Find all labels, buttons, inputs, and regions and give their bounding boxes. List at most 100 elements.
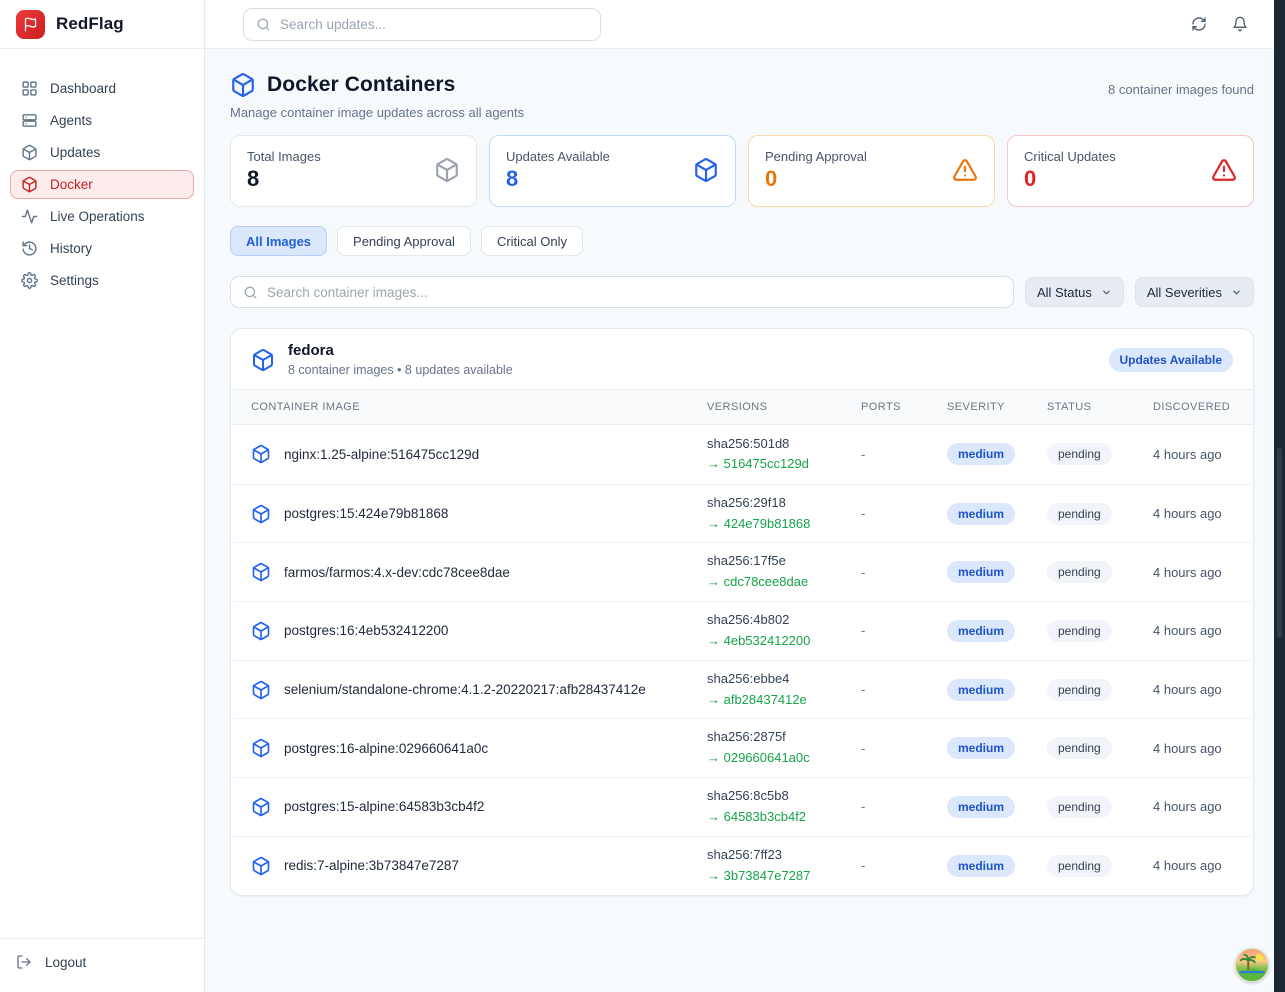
sidebar-nav: Dashboard Agents Updates Docker Live Ope… — [0, 49, 204, 938]
stat-cards: Total Images 8 Updates Available 8 Pendi… — [230, 135, 1254, 207]
ports-value: - — [861, 741, 947, 756]
gear-icon — [21, 272, 38, 289]
discovered-time: 4 hours ago — [1153, 447, 1233, 462]
brand-header: RedFlag — [0, 0, 204, 49]
table-row[interactable]: postgres:15-alpine:64583b3cb4f2 sha256:8… — [231, 777, 1253, 836]
column-header-versions: VERSIONS — [707, 401, 861, 413]
version-new: → 4eb532412200 — [707, 632, 861, 651]
stat-label: Pending Approval — [765, 149, 867, 164]
status-badge: pending — [1047, 620, 1112, 642]
severity-badge: medium — [947, 796, 1015, 818]
table-row[interactable]: selenium/standalone-chrome:4.1.2-2022021… — [231, 660, 1253, 719]
ports-value: - — [861, 858, 947, 873]
container-icon — [251, 348, 275, 372]
container-image-name: redis:7-alpine:3b73847e7287 — [284, 858, 459, 873]
version-current: sha256:4b802 — [707, 611, 861, 630]
container-icon — [21, 176, 38, 193]
version-new: → 424e79b81868 — [707, 515, 861, 534]
main-content: Docker Containers Manage container image… — [205, 49, 1274, 992]
activity-icon — [21, 208, 38, 225]
sidebar-item-dashboard[interactable]: Dashboard — [10, 74, 194, 103]
ports-value: - — [861, 682, 947, 697]
version-new: → afb28437412e — [707, 691, 861, 710]
scrollbar-thumb[interactable] — [1277, 448, 1282, 638]
ports-value: - — [861, 506, 947, 521]
severity-filter-value: All Severities — [1147, 285, 1222, 300]
table-row[interactable]: farmos/farmos:4.x-dev:cdc78cee8dae sha25… — [231, 542, 1253, 601]
package-icon — [434, 157, 460, 183]
container-image-name: selenium/standalone-chrome:4.1.2-2022021… — [284, 682, 646, 697]
severity-badge: medium — [947, 737, 1015, 759]
table-header-row: CONTAINER IMAGE VERSIONS PORTS SEVERITY … — [231, 389, 1253, 425]
search-icon — [243, 285, 258, 300]
discovered-time: 4 hours ago — [1153, 799, 1233, 814]
stat-value: 0 — [1024, 166, 1116, 192]
refresh-button[interactable] — [1189, 14, 1209, 34]
status-badge: pending — [1047, 679, 1112, 701]
column-header-status: STATUS — [1047, 401, 1153, 413]
warning-triangle-icon — [1211, 157, 1237, 183]
table-body: nginx:1.25-alpine:516475cc129d sha256:50… — [231, 425, 1253, 895]
image-search-input[interactable] — [267, 285, 1001, 300]
container-icon — [251, 562, 271, 582]
version-new: → 3b73847e7287 — [707, 867, 861, 886]
sidebar-item-updates[interactable]: Updates — [10, 138, 194, 167]
redflag-logo — [16, 10, 45, 39]
version-new: → cdc78cee8dae — [707, 573, 861, 592]
container-image-name: postgres:16:4eb532412200 — [284, 623, 448, 638]
discovered-time: 4 hours ago — [1153, 858, 1233, 873]
container-image-name: farmos/farmos:4.x-dev:cdc78cee8dae — [284, 565, 510, 580]
container-image-name: postgres:15-alpine:64583b3cb4f2 — [284, 799, 484, 814]
column-header-severity: SEVERITY — [947, 401, 1047, 413]
severity-filter-select[interactable]: All Severities — [1135, 277, 1254, 307]
image-group-card: fedora 8 container images • 8 updates av… — [230, 328, 1254, 896]
container-icon — [251, 856, 271, 876]
version-new: → 516475cc129d — [707, 455, 861, 474]
image-search[interactable] — [230, 276, 1014, 308]
status-badge: pending — [1047, 503, 1112, 525]
discovered-time: 4 hours ago — [1153, 565, 1233, 580]
page-header: Docker Containers Manage container image… — [230, 72, 1254, 120]
stat-value: 8 — [247, 166, 321, 192]
logout-icon — [16, 954, 32, 970]
container-image-name: postgres:15:424e79b81868 — [284, 506, 448, 521]
tab-all-images[interactable]: All Images — [230, 226, 327, 256]
sidebar-item-settings[interactable]: Settings — [10, 266, 194, 295]
chevron-down-icon — [1231, 287, 1242, 298]
sidebar-item-live-operations[interactable]: Live Operations — [10, 202, 194, 231]
table-row[interactable]: nginx:1.25-alpine:516475cc129d sha256:50… — [231, 425, 1253, 484]
logout-label: Logout — [45, 955, 86, 970]
status-filter-value: All Status — [1037, 285, 1092, 300]
sidebar-item-agents[interactable]: Agents — [10, 106, 194, 135]
container-icon — [251, 680, 271, 700]
table-row[interactable]: postgres:16:4eb532412200 sha256:4b802 → … — [231, 601, 1253, 660]
sidebar-item-history[interactable]: History — [10, 234, 194, 263]
group-meta: 8 container images • 8 updates available — [288, 363, 513, 377]
group-title: fedora — [288, 342, 513, 359]
version-current: sha256:2875f — [707, 728, 861, 747]
notifications-button[interactable] — [1230, 14, 1250, 34]
island-widget-button[interactable] — [1235, 948, 1269, 982]
tab-critical-only[interactable]: Critical Only — [481, 226, 583, 256]
flag-icon — [23, 17, 38, 32]
container-image-name: nginx:1.25-alpine:516475cc129d — [284, 447, 479, 462]
sidebar-item-label: Live Operations — [50, 209, 145, 224]
island-icon — [1236, 949, 1268, 981]
table-row[interactable]: redis:7-alpine:3b73847e7287 sha256:7ff23… — [231, 836, 1253, 895]
ports-value: - — [861, 623, 947, 638]
grid-icon — [21, 80, 38, 97]
status-filter-select[interactable]: All Status — [1025, 277, 1124, 307]
tab-pending-approval[interactable]: Pending Approval — [337, 226, 471, 256]
status-badge: pending — [1047, 561, 1112, 583]
global-search-input[interactable] — [280, 17, 588, 32]
global-search[interactable] — [243, 8, 601, 41]
window-edge-strip — [1274, 0, 1285, 992]
filter-tabs: All Images Pending Approval Critical Onl… — [230, 226, 1254, 256]
sidebar-item-docker[interactable]: Docker — [10, 170, 194, 199]
table-row[interactable]: postgres:16-alpine:029660641a0c sha256:2… — [231, 718, 1253, 777]
container-icon — [251, 444, 271, 464]
table-row[interactable]: postgres:15:424e79b81868 sha256:29f18 → … — [231, 484, 1253, 543]
logout-button[interactable]: Logout — [16, 954, 86, 970]
container-image-name: postgres:16-alpine:029660641a0c — [284, 741, 488, 756]
server-icon — [21, 112, 38, 129]
